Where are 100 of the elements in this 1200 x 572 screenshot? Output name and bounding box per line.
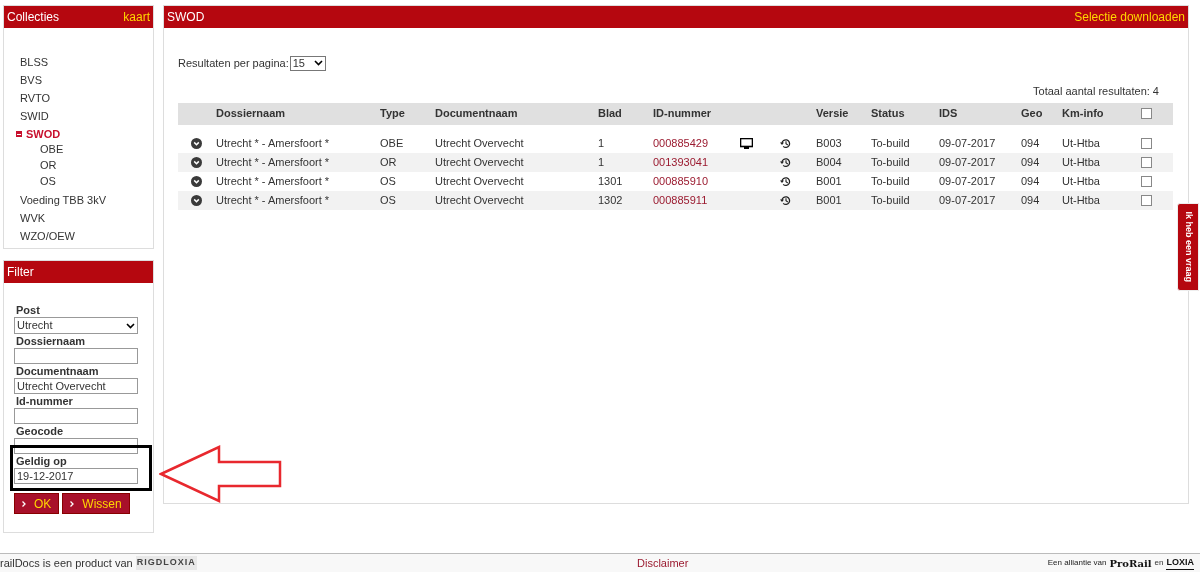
column-header: IDS (939, 107, 958, 120)
expand-icon[interactable] (191, 175, 202, 187)
chevron-down-icon (126, 322, 135, 329)
collection-subitem[interactable]: OBE (40, 140, 64, 158)
table-cell: OR (380, 155, 397, 168)
table-cell: 09-07-2017 (939, 136, 996, 149)
id-link[interactable]: 000885910 (653, 174, 709, 187)
map-link[interactable]: kaart (123, 8, 150, 26)
disclaimer-link[interactable]: Disclaimer (637, 554, 689, 572)
column-header: Blad (598, 107, 622, 120)
prorail-logo: ProRail (1109, 556, 1152, 571)
table-cell: OS (380, 174, 396, 187)
table-cell: 094 (1021, 155, 1040, 168)
table-cell: 09-07-2017 (939, 155, 996, 168)
collection-item[interactable]: RVTO (20, 89, 51, 107)
loxia-logo: LOXIA (1166, 555, 1194, 571)
collection-item[interactable]: SWID (20, 107, 49, 125)
input-field[interactable]: 19-12-2017 (14, 468, 138, 484)
table-cell: 1 (598, 136, 605, 149)
collection-item[interactable]: WZO/OEW (20, 227, 75, 245)
table-cell: To-build (871, 155, 910, 168)
field-label: Dossiernaam (15, 335, 87, 348)
chevron-right-icon (70, 500, 75, 507)
panel-title: SWOD (167, 9, 205, 26)
column-header: Dossiernaam (216, 107, 286, 120)
table-cell: B004 (816, 155, 842, 168)
table-cell: Utrecht * - Amersfoort * (216, 155, 330, 168)
table-cell: OS (380, 193, 396, 206)
table-cell: 094 (1021, 136, 1040, 149)
history-icon[interactable] (780, 156, 791, 168)
column-header: ID-nummer (653, 107, 712, 120)
input-field[interactable]: Utrecht Overvecht (14, 378, 138, 394)
checkbox[interactable] (1141, 137, 1152, 149)
question-tab[interactable]: Ik heb een vraag (1177, 203, 1199, 291)
table-cell: 1302 (598, 193, 623, 206)
table-cell: Ut-Htba (1062, 174, 1100, 187)
alliance-text: Een alliantie van (1047, 557, 1107, 569)
table-cell: 1301 (598, 174, 623, 187)
table-cell: To-build (871, 174, 910, 187)
table-cell: 094 (1021, 174, 1040, 187)
table-cell: To-build (871, 136, 910, 149)
expand-icon[interactable] (191, 137, 202, 149)
table-cell: Utrecht * - Amersfoort * (216, 136, 330, 149)
checkbox[interactable] (1141, 175, 1152, 187)
table-cell: Utrecht * - Amersfoort * (216, 193, 330, 206)
collection-item[interactable]: WVK (20, 209, 46, 227)
field-label: Documentnaam (15, 365, 100, 378)
collapse-icon[interactable] (16, 131, 22, 137)
input-field[interactable] (14, 408, 138, 424)
field-label: Id-nummer (15, 395, 74, 408)
column-header: Km-info (1062, 107, 1104, 120)
panel-title: Filter (7, 264, 34, 281)
id-link[interactable]: 001393041 (653, 155, 709, 168)
table-cell: Ut-Htba (1062, 155, 1100, 168)
filter-button[interactable]: OK (14, 493, 60, 514)
field-label: Post (15, 304, 41, 317)
per-page-select[interactable]: 15 (289, 55, 326, 71)
chevron-right-icon (22, 500, 26, 507)
id-link[interactable]: 000885429 (653, 136, 709, 149)
collection-item[interactable]: SWOD (26, 125, 61, 143)
download-link[interactable]: Selectie downloaden (1074, 8, 1185, 26)
and-text: en (1154, 557, 1164, 569)
chevron-down-icon (313, 60, 323, 67)
history-icon[interactable] (780, 194, 791, 206)
column-header: Status (871, 107, 905, 120)
collection-item[interactable]: Voeding TBB 3kV (20, 191, 107, 209)
input-field[interactable] (14, 438, 138, 454)
checkbox[interactable] (1141, 108, 1152, 119)
column-header: Documentnaam (435, 107, 518, 120)
expand-icon[interactable] (191, 194, 202, 206)
table-cell: 1 (598, 155, 605, 168)
post-select[interactable]: Utrecht (14, 317, 138, 334)
per-page-label: Resultaten per pagina: (178, 56, 289, 71)
column-header: Type (380, 107, 405, 120)
collection-item[interactable]: BVS (20, 71, 42, 89)
collection-subitem[interactable]: OS (40, 172, 56, 190)
table-cell: B001 (816, 174, 842, 187)
collection-item[interactable]: BLSS (20, 53, 49, 71)
history-icon[interactable] (780, 137, 791, 149)
table-cell: Utrecht Overvecht (435, 193, 524, 206)
id-link[interactable]: 000885911 (653, 193, 708, 206)
input-field[interactable] (14, 348, 138, 364)
table-cell: Utrecht Overvecht (435, 155, 524, 168)
rigdloxia-logo: RIGDLOXIA (135, 556, 197, 570)
table-cell: 09-07-2017 (939, 193, 996, 206)
checkbox[interactable] (1141, 194, 1152, 206)
table-cell: OBE (380, 136, 404, 149)
filter-button[interactable]: Wissen (62, 493, 130, 514)
table-cell: 094 (1021, 193, 1040, 206)
table-cell: Utrecht Overvecht (435, 136, 524, 149)
table-cell: Utrecht Overvecht (435, 174, 524, 187)
total-results: Totaal aantal resultaten: 4 (1033, 83, 1159, 99)
column-header: Geo (1021, 107, 1043, 120)
monitor-icon[interactable] (740, 137, 753, 149)
checkbox[interactable] (1141, 156, 1152, 168)
collection-subitem[interactable]: OR (40, 156, 57, 174)
arrow-left-icon (159, 445, 283, 503)
expand-icon[interactable] (191, 156, 202, 168)
history-icon[interactable] (780, 175, 791, 187)
table-cell: Utrecht * - Amersfoort * (216, 174, 330, 187)
